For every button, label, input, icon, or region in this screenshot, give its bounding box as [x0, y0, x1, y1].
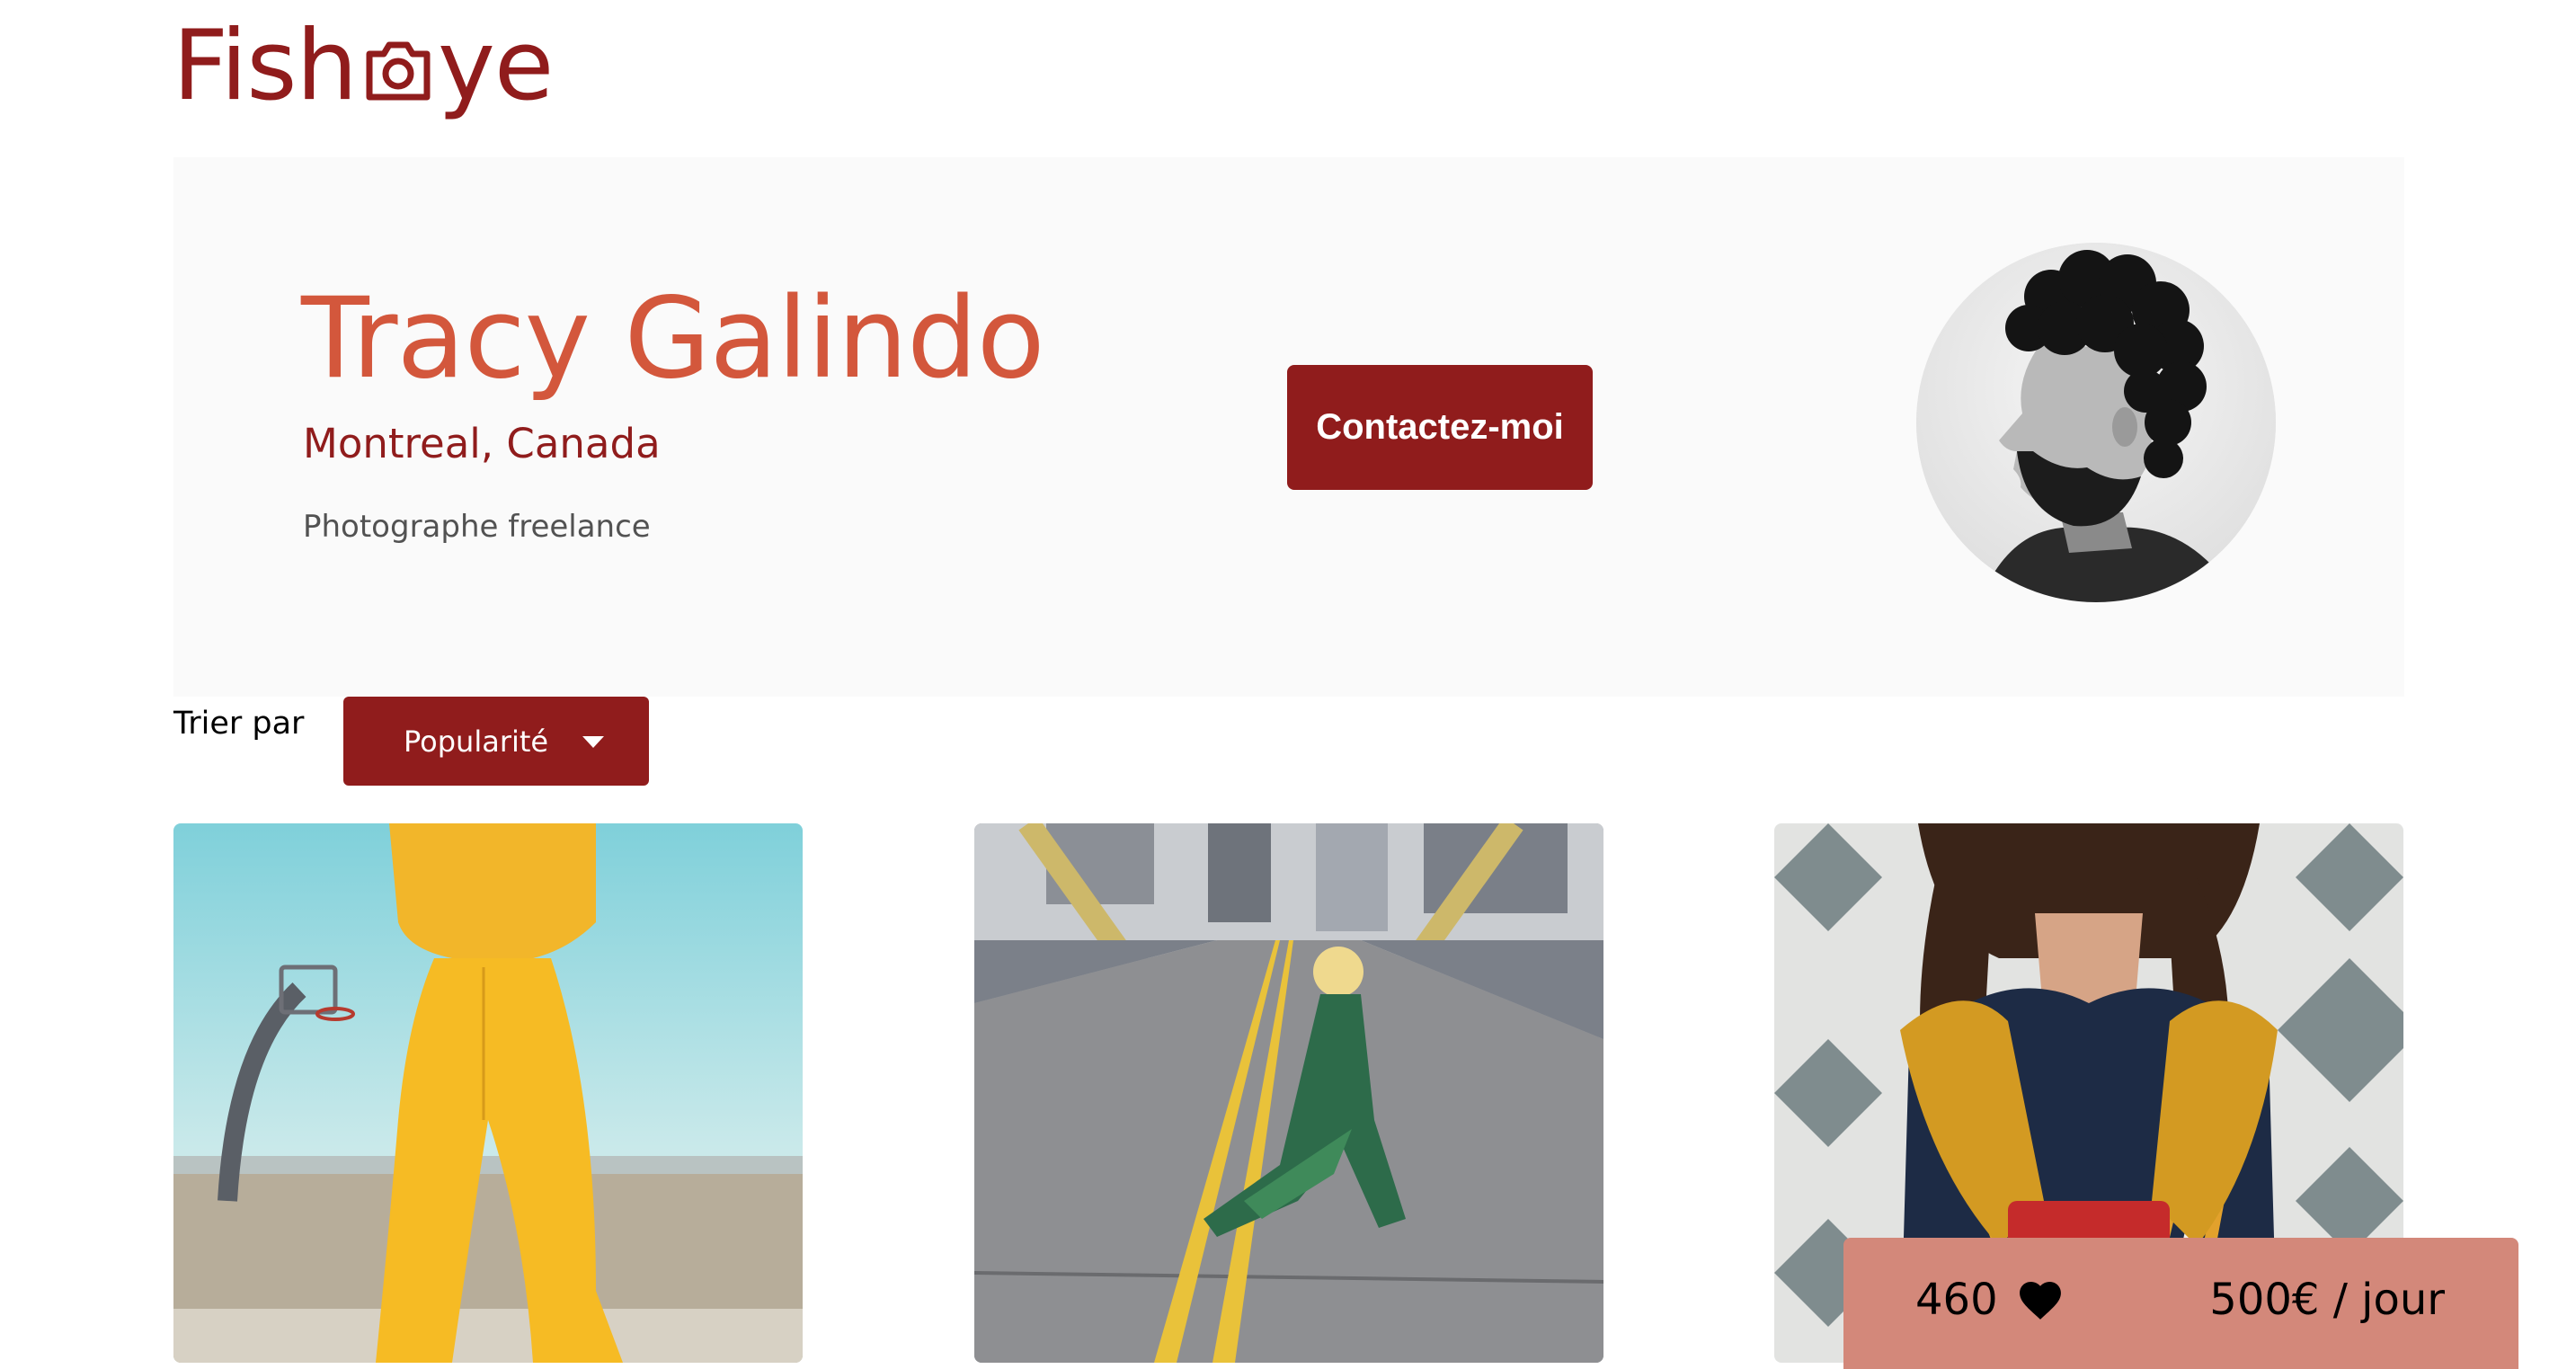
media-card[interactable]: [974, 823, 1603, 1363]
photographer-tagline: Photographe freelance: [303, 509, 651, 545]
sort-label: Trier par: [173, 706, 305, 742]
likes-value: 460: [1915, 1275, 1998, 1325]
logo-text-end: ye: [438, 10, 554, 122]
contact-button[interactable]: Contactez-moi: [1287, 365, 1593, 490]
heart-icon: [2019, 1282, 2061, 1320]
logo-text-start: Fish: [173, 10, 358, 122]
media-image: [173, 823, 803, 1363]
sort-selected-value: Popularité: [404, 724, 549, 759]
photographer-name: Tracy Galindo: [301, 274, 1045, 404]
logo[interactable]: Fish ye: [173, 10, 554, 122]
media-card[interactable]: [173, 823, 803, 1363]
likes-count: 460: [1915, 1278, 2063, 1321]
daily-price: 500€ / jour: [2209, 1275, 2445, 1325]
chevron-down-icon: [582, 736, 604, 748]
avatar: [1916, 243, 2276, 602]
camera-icon: [366, 41, 431, 101]
media-image: [974, 823, 1603, 1363]
photographer-header: Tracy Galindo Montreal, Canada Photograp…: [173, 157, 2404, 697]
stats-box: 460 500€ / jour: [1843, 1238, 2518, 1369]
photographer-location: Montreal, Canada: [303, 420, 661, 467]
sort-dropdown[interactable]: Popularité: [343, 697, 649, 786]
